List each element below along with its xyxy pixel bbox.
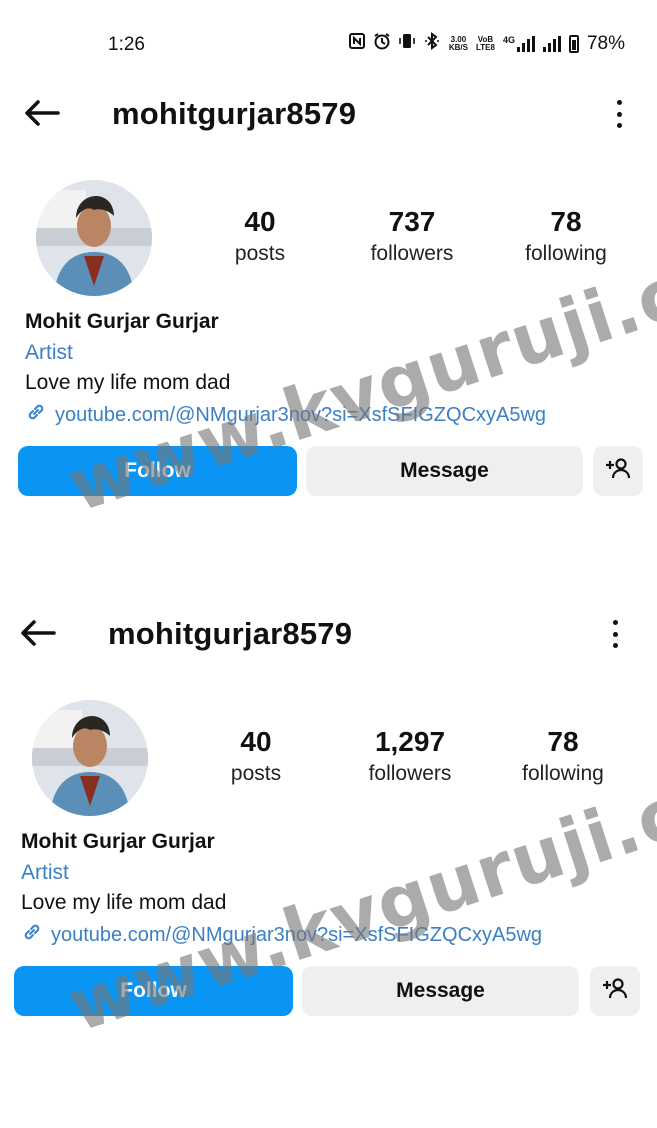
status-time: 1:26 (108, 34, 145, 55)
more-options-icon[interactable] (613, 100, 625, 128)
status-icons: 3.00 KB/S VoB LTE8 4G 78% (348, 32, 625, 55)
bio-text: Love my life mom dad (21, 891, 227, 914)
avatar[interactable] (32, 700, 148, 816)
followers-label: followers (368, 762, 452, 785)
following-stat[interactable]: 78 following (506, 206, 626, 266)
nfc-icon (348, 33, 365, 54)
username: mohitgurjar8579 (112, 96, 357, 131)
battery-percent: 78% (586, 32, 625, 54)
posts-stat[interactable]: 40 posts (200, 206, 320, 266)
following-count: 78 (547, 726, 579, 757)
volte-bottom: LTE8 (475, 42, 495, 52)
category-label: Artist (25, 341, 73, 364)
message-button[interactable]: Message (302, 966, 579, 1016)
volte-indicator: VoB LTE8 (475, 35, 495, 52)
bluetooth-icon (423, 32, 441, 55)
add-user-icon (605, 457, 631, 485)
bio-text: Love my life mom dad (25, 371, 231, 394)
alarm-icon (373, 32, 391, 55)
followers-label: followers (370, 242, 454, 265)
posts-stat[interactable]: 40 posts (196, 726, 316, 786)
full-name: Mohit Gurjar Gurjar (25, 310, 219, 333)
posts-count: 40 (240, 726, 272, 757)
message-button[interactable]: Message (306, 446, 583, 496)
network-type: 4G (502, 34, 515, 45)
follow-button[interactable]: Follow (14, 966, 293, 1016)
following-count: 78 (550, 206, 582, 237)
link-icon (25, 401, 47, 429)
add-user-button[interactable] (593, 446, 643, 496)
profile-header-2: mohitgurjar8579 40 posts 1,297 followers… (0, 608, 657, 1128)
network-speed: 3.00 KB/S (448, 35, 468, 52)
followers-count: 1,297 (374, 726, 446, 757)
back-arrow-icon[interactable] (18, 618, 58, 648)
followers-stat[interactable]: 1,297 followers (350, 726, 470, 786)
full-name: Mohit Gurjar Gurjar (21, 830, 215, 853)
signal-icon: 4G (502, 34, 535, 52)
signal-icon-2 (542, 35, 561, 52)
link-icon (21, 921, 43, 949)
battery-icon (568, 34, 579, 53)
follow-button[interactable]: Follow (18, 446, 297, 496)
followers-stat[interactable]: 737 followers (352, 206, 472, 266)
vibrate-icon (399, 32, 415, 55)
followers-count: 737 (388, 206, 436, 237)
link-text[interactable]: youtube.com/@NMgurjar3nov?si=XsfSFIGZQCx… (51, 924, 542, 947)
add-user-icon (602, 977, 628, 1005)
posts-label: posts (230, 762, 282, 785)
more-options-icon[interactable] (609, 620, 621, 648)
profile-link[interactable]: youtube.com/@NMgurjar3nov?si=XsfSFIGZQCx… (25, 401, 546, 429)
profile-link[interactable]: youtube.com/@NMgurjar3nov?si=XsfSFIGZQCx… (21, 921, 542, 949)
following-label: following (522, 762, 604, 785)
posts-label: posts (234, 242, 286, 265)
username: mohitgurjar8579 (108, 616, 353, 651)
status-bar: 1:26 3.00 KB/S VoB LTE8 4G 78% (0, 0, 657, 88)
speed-unit: KB/S (448, 42, 468, 52)
following-label: following (525, 242, 607, 265)
avatar[interactable] (36, 180, 152, 296)
add-user-button[interactable] (590, 966, 640, 1016)
back-arrow-icon[interactable] (22, 98, 62, 128)
following-stat[interactable]: 78 following (503, 726, 623, 786)
profile-header-1: mohitgurjar8579 40 posts 737 followers 7… (0, 88, 657, 608)
link-text[interactable]: youtube.com/@NMgurjar3nov?si=XsfSFIGZQCx… (55, 404, 546, 427)
category-label: Artist (21, 861, 69, 884)
posts-count: 40 (244, 206, 276, 237)
